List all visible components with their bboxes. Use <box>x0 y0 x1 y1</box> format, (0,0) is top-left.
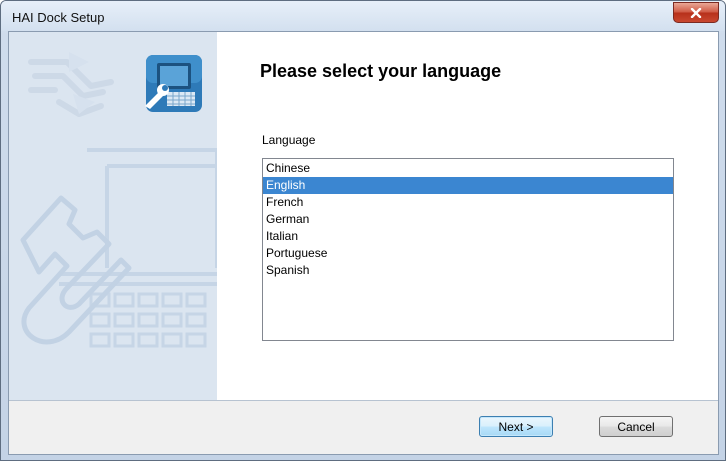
language-option-portuguese[interactable]: Portuguese <box>263 245 673 262</box>
language-listbox[interactable]: Chinese English French German Italian Po… <box>262 158 674 341</box>
language-label: Language <box>262 133 316 147</box>
language-option-english[interactable]: English <box>263 177 673 194</box>
setup-window: HAI Dock Setup Please select your langua… <box>0 0 726 461</box>
language-option-spanish[interactable]: Spanish <box>263 262 673 279</box>
window-title: HAI Dock Setup <box>12 10 105 25</box>
language-option-german[interactable]: German <box>263 211 673 228</box>
title-bar[interactable]: HAI Dock Setup <box>1 1 725 31</box>
client-area: Please select your language Language Chi… <box>8 31 719 455</box>
side-panel <box>9 32 217 400</box>
cancel-button[interactable]: Cancel <box>599 416 673 437</box>
button-bar: Next > Cancel <box>9 400 718 454</box>
language-option-chinese[interactable]: Chinese <box>263 160 673 177</box>
close-icon <box>690 7 702 18</box>
language-option-italian[interactable]: Italian <box>263 228 673 245</box>
wrench-laptop-illustration <box>20 52 217 348</box>
language-option-french[interactable]: French <box>263 194 673 211</box>
page-heading: Please select your language <box>260 61 502 81</box>
next-button[interactable]: Next > <box>479 416 553 437</box>
dock-setup-logo-icon <box>145 55 202 112</box>
close-button[interactable] <box>673 2 719 23</box>
